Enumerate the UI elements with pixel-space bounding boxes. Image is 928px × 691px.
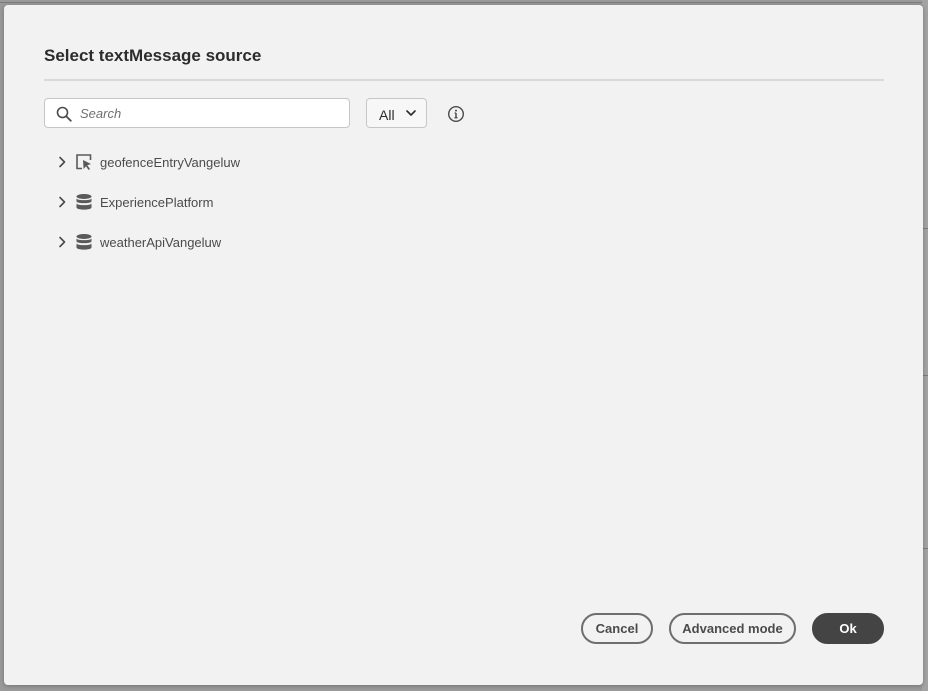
search-icon — [56, 106, 72, 122]
dialog-title: Select textMessage source — [44, 46, 262, 65]
info-icon[interactable] — [447, 105, 465, 123]
cancel-button[interactable]: Cancel — [581, 613, 653, 644]
tree-item-label: geofenceEntryVangeluw — [100, 155, 240, 170]
select-source-dialog: Select textMessage source All g — [4, 5, 923, 685]
chevron-right-icon[interactable] — [58, 156, 66, 168]
tree-item-label: weatherApiVangeluw — [100, 235, 222, 250]
advanced-mode-button[interactable]: Advanced mode — [669, 613, 796, 644]
tree-item-weatherapivangeluw[interactable]: weatherApiVangeluw — [54, 228, 354, 258]
tree-item-experienceplatform[interactable]: ExperiencePlatform — [54, 188, 354, 218]
database-icon — [76, 194, 92, 210]
background-divider — [0, 2, 928, 3]
search-field[interactable] — [44, 98, 350, 128]
filter-selected-value: All — [379, 107, 395, 123]
event-icon — [76, 154, 92, 170]
ok-button[interactable]: Ok — [812, 613, 884, 644]
chevron-right-icon[interactable] — [58, 236, 66, 248]
filter-dropdown[interactable]: All — [366, 98, 427, 128]
title-divider — [44, 79, 884, 81]
chevron-right-icon[interactable] — [58, 196, 66, 208]
tree-item-label: ExperiencePlatform — [100, 195, 214, 210]
tree-item-geofenceentryvangeluw[interactable]: geofenceEntryVangeluw — [54, 148, 354, 178]
database-icon — [76, 234, 92, 250]
chevron-down-icon — [406, 110, 416, 116]
search-input[interactable] — [80, 99, 340, 127]
